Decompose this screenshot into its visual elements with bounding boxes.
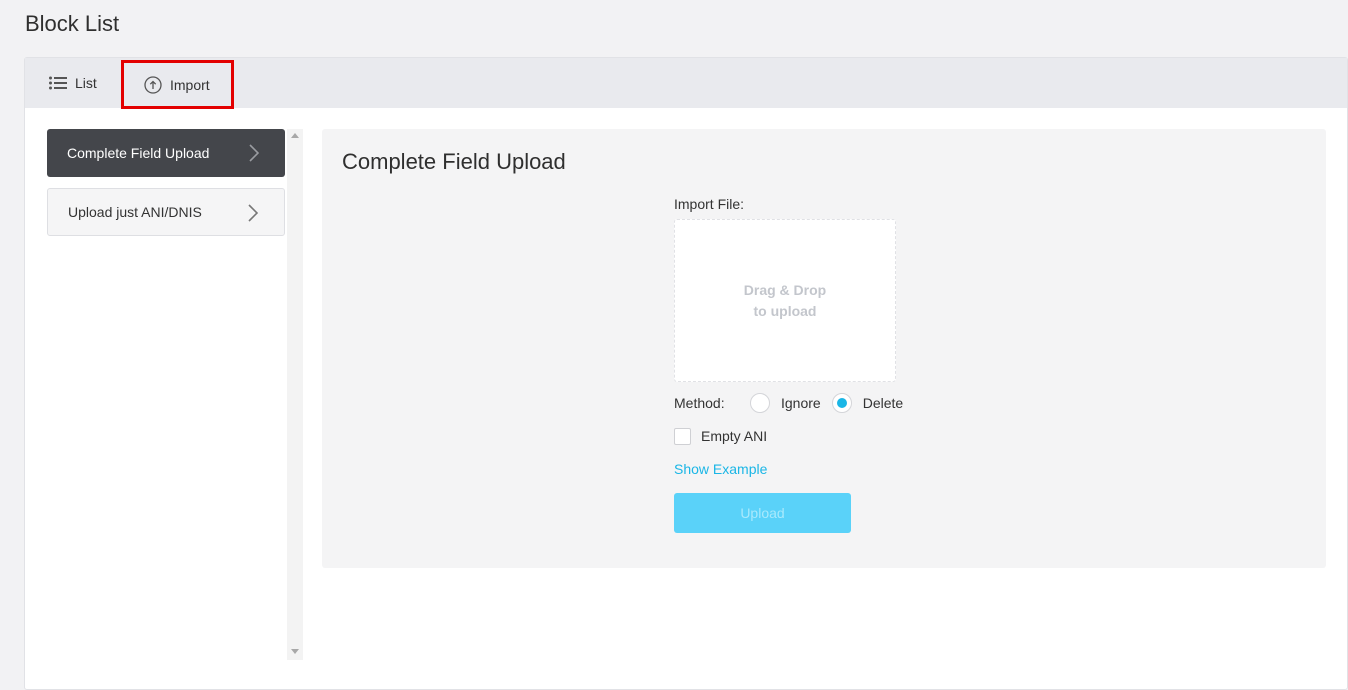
scroll-up-arrow-icon[interactable] — [291, 133, 299, 138]
sidebar-nav: Complete Field Upload Upload just ANI/DN… — [47, 129, 285, 247]
tab-bar: List Import — [25, 58, 1347, 109]
method-row: Method: Ignore Delete — [674, 392, 903, 414]
chevron-right-icon — [248, 204, 259, 225]
sidebar-item-label: Upload just ANI/DNIS — [68, 204, 202, 220]
empty-ani-checkbox[interactable] — [674, 427, 691, 445]
empty-ani-label: Empty ANI — [701, 428, 768, 444]
radio-delete[interactable] — [831, 393, 852, 413]
scroll-down-arrow-icon[interactable] — [291, 649, 299, 654]
upload-form-card: Complete Field Upload Import File: Drag … — [322, 129, 1326, 568]
empty-ani-row: Empty ANI — [674, 425, 767, 447]
tab-list-label: List — [75, 75, 97, 91]
sidebar-item-upload-ani-dnis[interactable]: Upload just ANI/DNIS — [47, 188, 285, 236]
tab-import[interactable]: Import — [121, 60, 234, 109]
import-file-label: Import File: — [674, 196, 745, 212]
tab-import-label: Import — [170, 76, 210, 93]
chevron-right-icon — [249, 144, 260, 165]
tab-list[interactable]: List — [49, 58, 97, 108]
radio-dot — [836, 398, 847, 408]
sidebar-item-label: Complete Field Upload — [67, 145, 210, 161]
dropzone-text-line2: to upload — [753, 302, 817, 319]
main-panel: List Import Complete Field Upload Upload… — [24, 57, 1348, 690]
sidebar-item-complete-field-upload[interactable]: Complete Field Upload — [47, 129, 285, 177]
show-example-link[interactable]: Show Example — [674, 461, 767, 477]
method-label: Method: — [674, 395, 725, 411]
upload-button[interactable]: Upload — [674, 493, 851, 533]
upload-form: Import File: Drag & Drop to upload Metho… — [674, 196, 1074, 533]
sidebar-scrollbar[interactable] — [287, 129, 303, 660]
page-title: Block List — [25, 11, 120, 36]
file-dropzone[interactable]: Drag & Drop to upload — [674, 219, 896, 382]
radio-delete-label: Delete — [862, 395, 904, 411]
dropzone-text-line1: Drag & Drop — [743, 281, 827, 298]
list-icon — [49, 76, 67, 90]
radio-ignore-label: Ignore — [781, 395, 821, 411]
content-title: Complete Field Upload — [342, 149, 566, 174]
upload-circle-icon — [144, 75, 162, 94]
radio-ignore[interactable] — [750, 393, 770, 413]
